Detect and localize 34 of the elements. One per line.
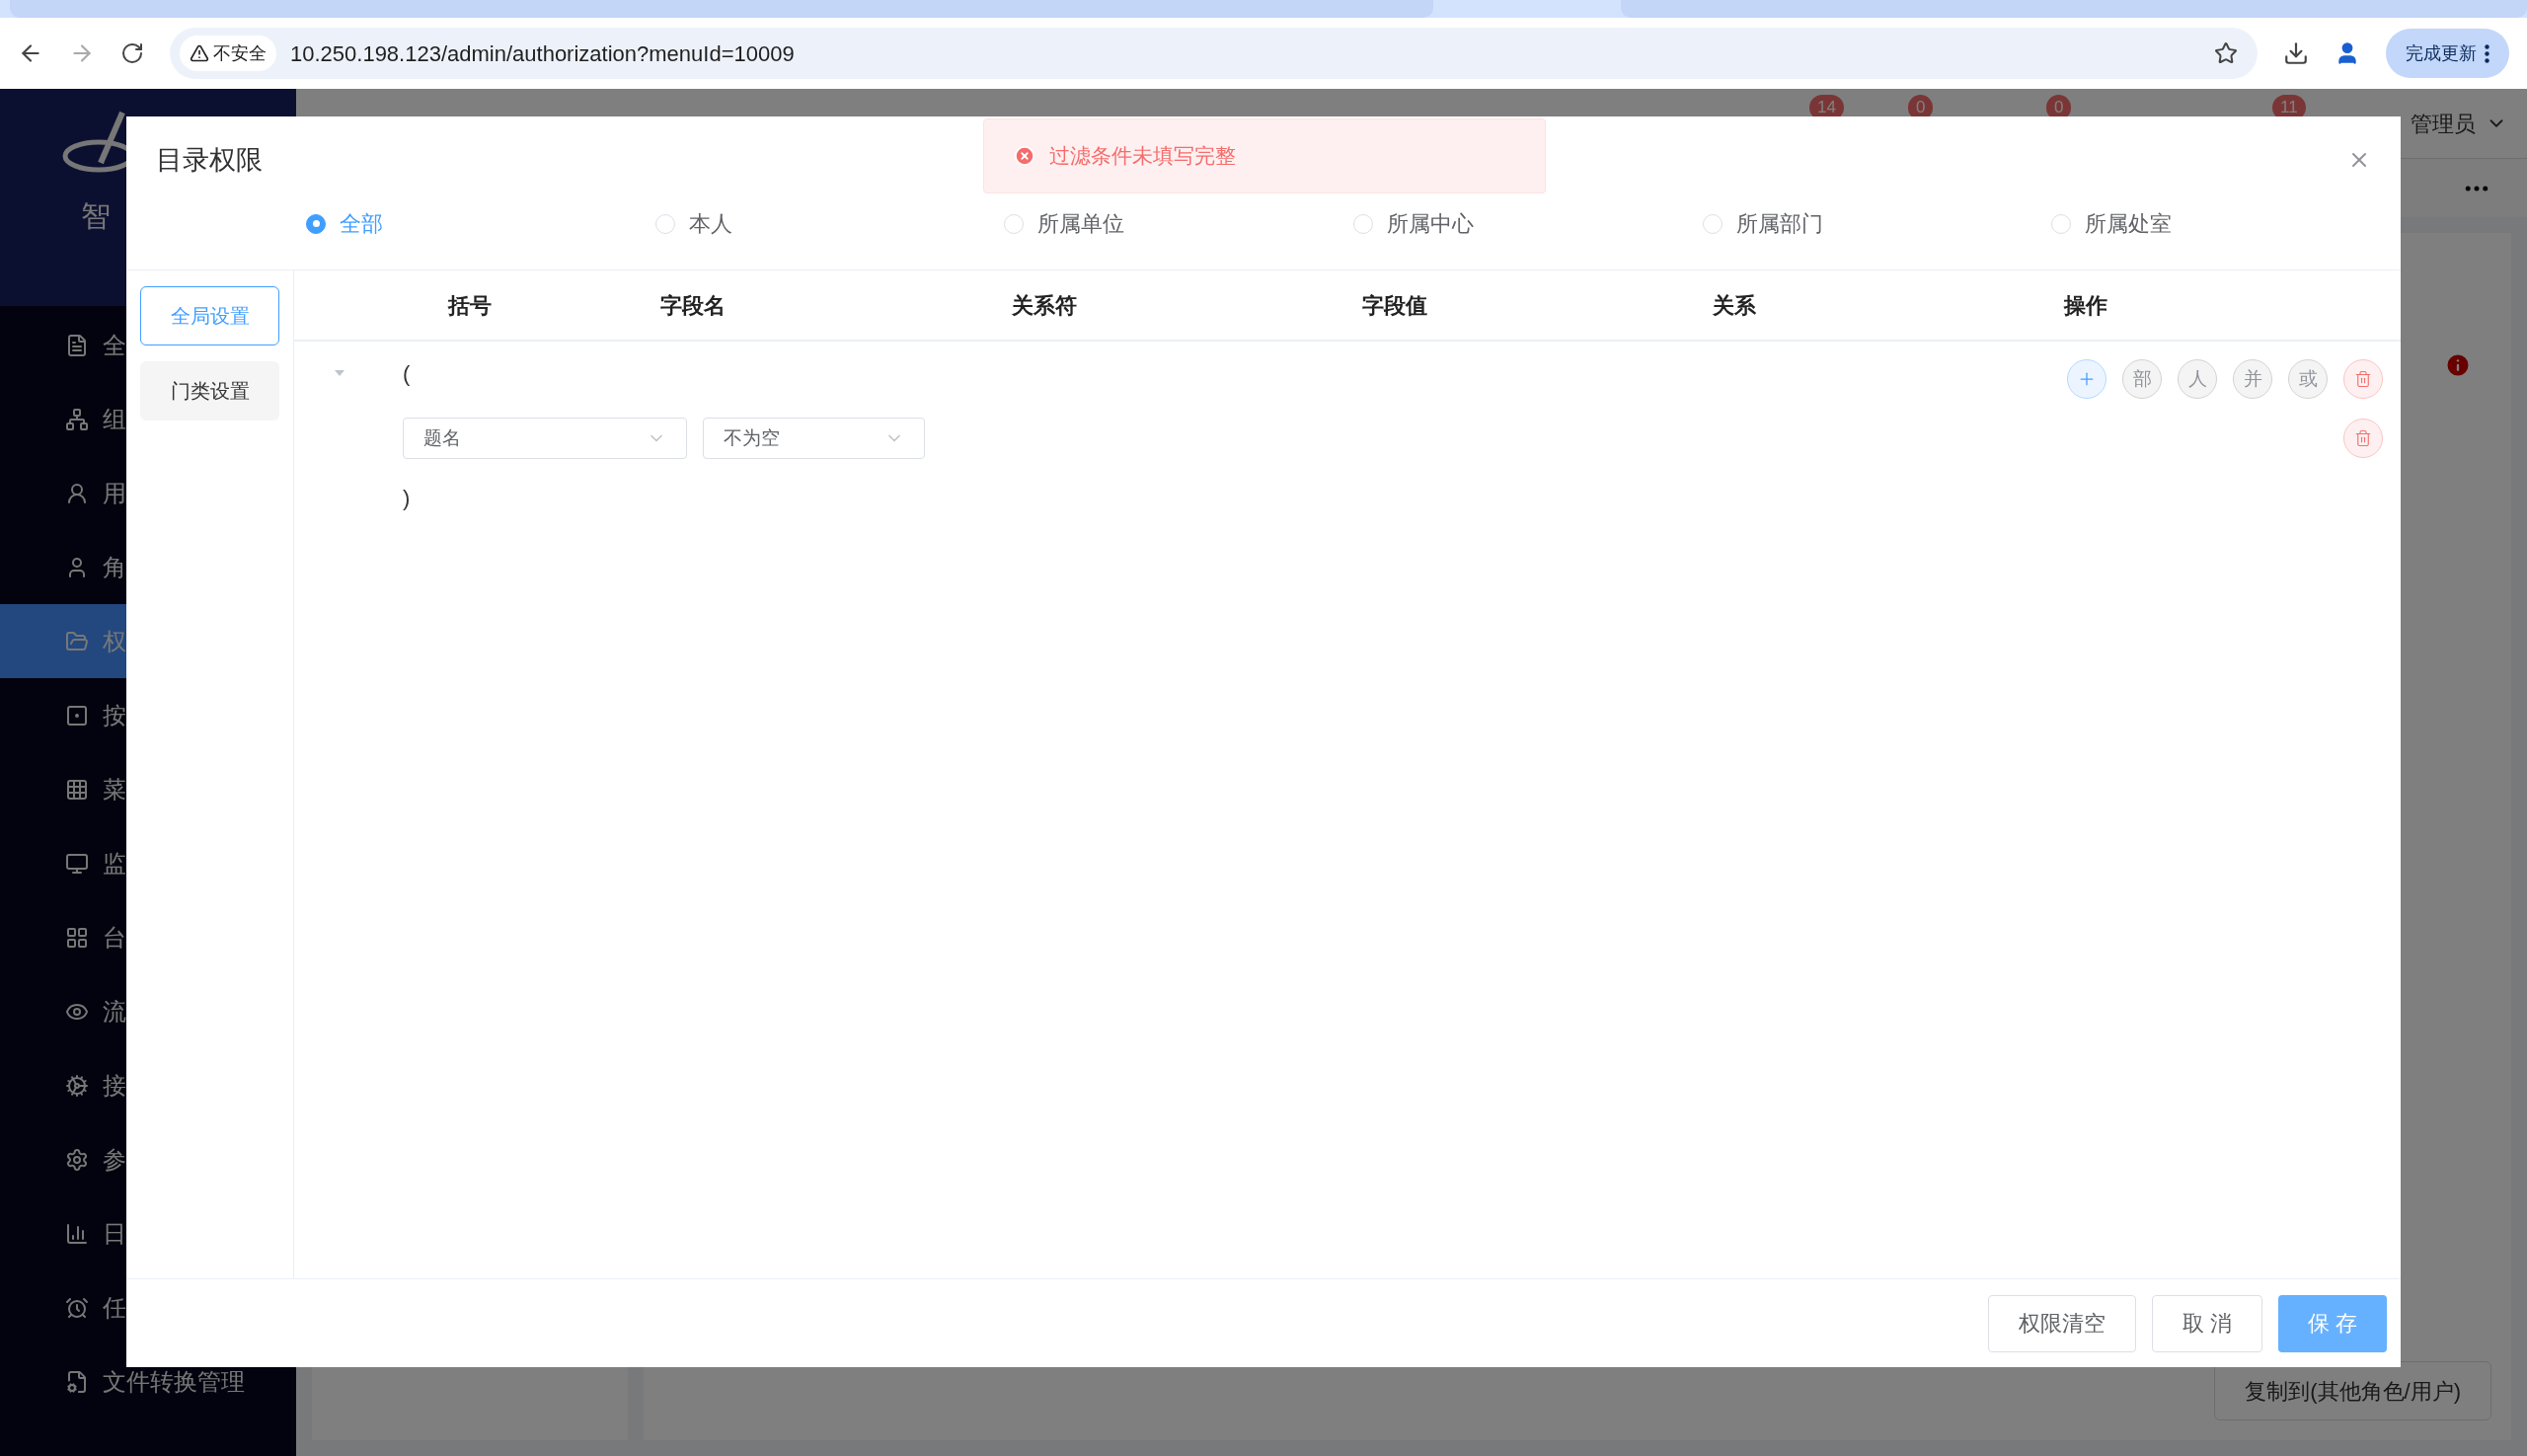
column-header: 字段值 bbox=[1361, 291, 1428, 320]
column-header: 括号 bbox=[446, 291, 493, 320]
sidebar-label: 参 bbox=[103, 1144, 126, 1175]
sidebar-label: 流 bbox=[103, 996, 126, 1027]
bracket-text: ( bbox=[403, 359, 411, 388]
column-header: 关系 bbox=[1712, 291, 1757, 320]
radio-label: 所属单位 bbox=[1037, 210, 1125, 238]
sidebar-label: 菜 bbox=[103, 774, 126, 805]
sidebar-label: 角 bbox=[103, 552, 126, 582]
security-label: 不安全 bbox=[213, 41, 267, 65]
column-header: 关系符 bbox=[1011, 291, 1078, 320]
dialog-title: 目录权限 bbox=[156, 143, 263, 177]
radio-label: 所属处室 bbox=[2085, 210, 2173, 238]
radio-label: 全部 bbox=[340, 210, 383, 238]
bracket-text: ) bbox=[403, 484, 411, 512]
sidebar-label: 监 bbox=[103, 848, 126, 879]
sidebar-label: 文件转换管理 bbox=[103, 1366, 245, 1397]
sidebar-label: 组 bbox=[103, 404, 126, 434]
sidebar-label: 任 bbox=[103, 1292, 126, 1323]
toast-message: 过滤条件未填写完整 bbox=[1049, 143, 1236, 170]
logo-text: 智 bbox=[81, 198, 111, 234]
sidebar-label: 按 bbox=[103, 700, 126, 730]
sidebar-label: 用 bbox=[103, 478, 126, 508]
radio-label: 所属部门 bbox=[1735, 210, 1823, 238]
column-header: 操作 bbox=[2062, 291, 2108, 320]
url-text: 10.250.198.123/admin/authorization?menuId=10009 bbox=[290, 39, 796, 68]
sidebar-label: 台 bbox=[103, 922, 126, 953]
sidebar-label: 权 bbox=[103, 626, 126, 656]
radio-label: 所属中心 bbox=[1387, 210, 1474, 238]
sidebar-label: 全 bbox=[103, 330, 126, 360]
sidebar-label: 日 bbox=[103, 1218, 126, 1249]
sidebar-label: 接 bbox=[103, 1070, 126, 1101]
column-header: 字段名 bbox=[659, 291, 727, 320]
radio-label: 本人 bbox=[688, 210, 732, 238]
